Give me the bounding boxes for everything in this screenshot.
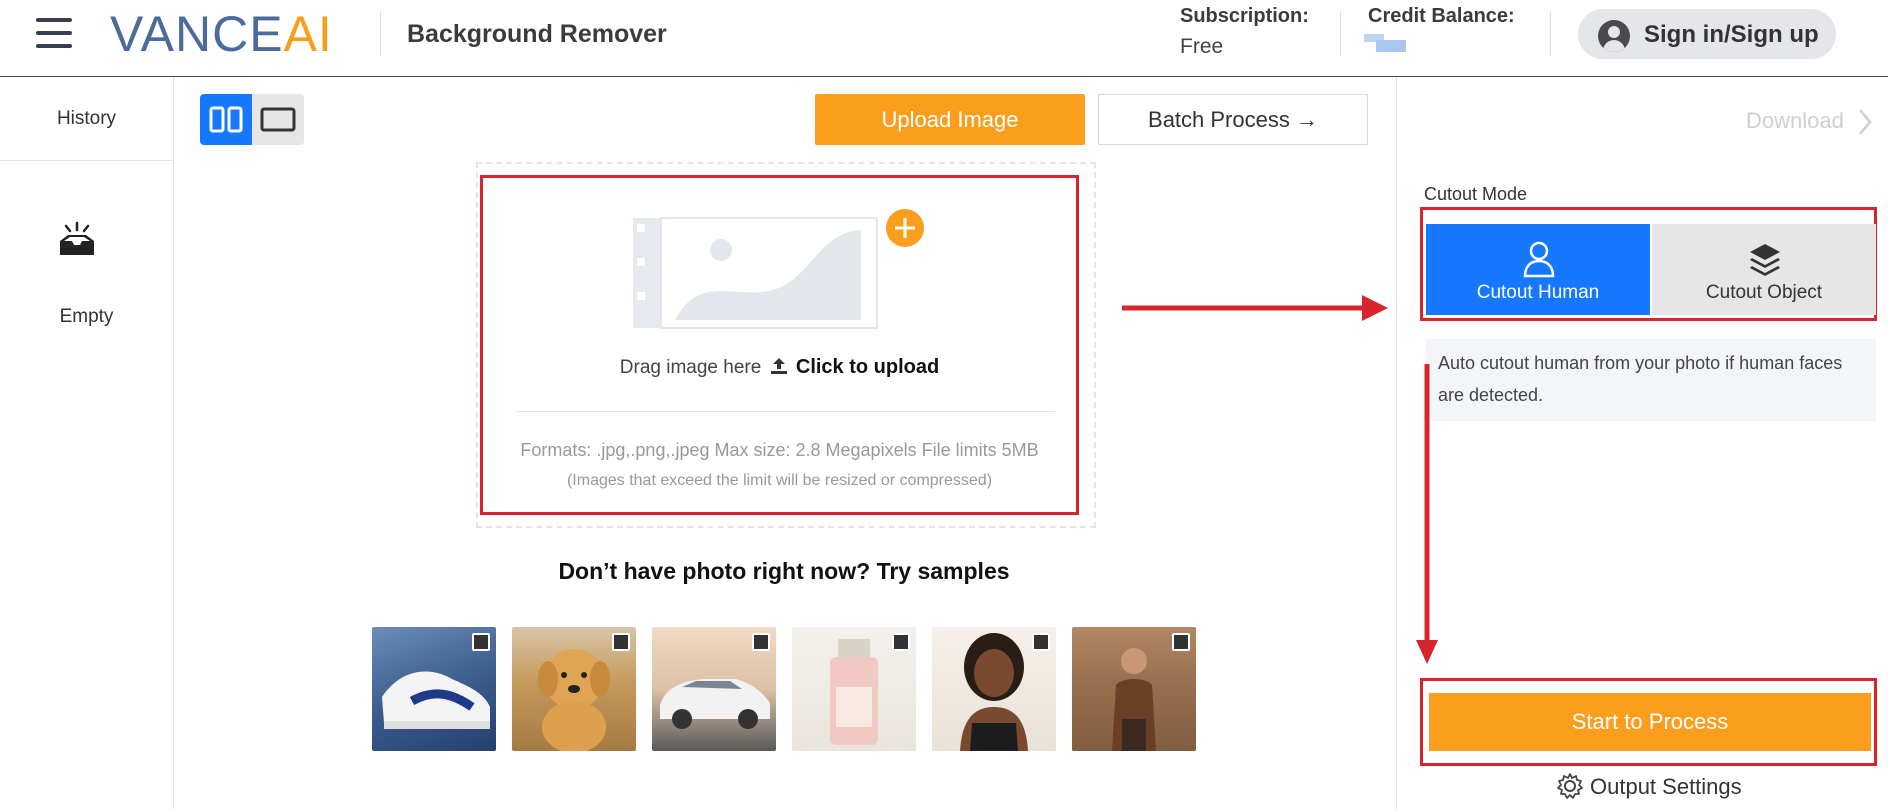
user-avatar-icon	[1598, 20, 1630, 52]
single-view-icon	[260, 107, 296, 132]
chevron-right-icon[interactable]	[1858, 108, 1872, 136]
sample-checkbox[interactable]	[472, 633, 490, 651]
subscription-value: Free	[1180, 35, 1224, 58]
upload-icon[interactable]	[769, 356, 789, 376]
image-placeholder-icon	[633, 209, 924, 329]
history-tab[interactable]: History	[0, 77, 173, 161]
divider	[380, 12, 381, 56]
credit-balance-label: Credit Balance:	[1368, 5, 1515, 27]
single-view-button[interactable]	[252, 94, 304, 145]
sample-image-sneakers[interactable]	[372, 627, 496, 751]
view-mode-toggle	[200, 94, 304, 145]
sample-checkbox[interactable]	[1172, 633, 1190, 651]
layers-icon	[1750, 244, 1780, 276]
divider	[1550, 12, 1551, 56]
samples-title: Don’t have photo right now? Try samples	[558, 558, 1010, 584]
sample-image-dog[interactable]	[512, 627, 636, 751]
person-icon	[1523, 241, 1555, 278]
output-settings-label: Output Settings	[1590, 774, 1742, 799]
vanceai-logo[interactable]: VANCEAI	[110, 8, 333, 60]
download-button[interactable]: Download	[1746, 108, 1844, 134]
process-highlight: Start to Process	[1420, 678, 1877, 766]
format-requirements: Formats: .jpg,.png,.jpeg Max size: 2.8 M…	[520, 440, 1039, 460]
top-bar: VANCEAI Background Remover Subscription:…	[0, 0, 1888, 77]
sign-in-label: Sign in/Sign up	[1644, 21, 1819, 48]
divider	[517, 411, 1055, 412]
cutout-human-option[interactable]: Cutout Human	[1426, 224, 1650, 315]
batch-process-button[interactable]: Batch Process →	[1098, 94, 1368, 145]
gear-icon	[1557, 773, 1583, 799]
cutout-mode-description: Auto cutout human from your photo if hum…	[1426, 339, 1876, 421]
cutout-mode-label: Cutout Mode	[1424, 184, 1528, 204]
output-settings-button[interactable]: Output Settings	[1556, 772, 1742, 800]
split-view-icon	[209, 106, 243, 133]
empty-history-label: Empty	[59, 306, 114, 327]
credit-balance-loading-indicator	[1364, 34, 1412, 54]
menu-icon[interactable]	[36, 18, 72, 48]
page-title: Background Remover	[407, 20, 667, 48]
sign-in-button[interactable]: Sign in/Sign up	[1578, 9, 1836, 59]
cutout-object-option[interactable]: Cutout Object	[1652, 224, 1876, 315]
sample-checkbox[interactable]	[1032, 633, 1050, 651]
sample-checkbox[interactable]	[752, 633, 770, 651]
sample-checkbox[interactable]	[892, 633, 910, 651]
start-process-button[interactable]: Start to Process	[1429, 693, 1871, 751]
click-to-upload-link[interactable]: Click to upload	[796, 356, 939, 378]
subscription-label: Subscription:	[1180, 5, 1309, 27]
drag-and-upload-text: Drag image here Click to upload	[619, 356, 940, 378]
cutout-mode-selector: Cutout Human Cutout Object	[1420, 207, 1877, 321]
split-view-button[interactable]	[200, 94, 252, 145]
annotation-arrowhead-right	[1362, 295, 1388, 321]
sample-image-woman[interactable]	[932, 627, 1056, 751]
sample-image-man[interactable]	[1072, 627, 1196, 751]
format-requirements-note: (Images that exceed the limit will be re…	[566, 472, 993, 489]
upload-image-button[interactable]: Upload Image	[815, 94, 1085, 145]
upload-drop-area[interactable]: Drag image here Click to upload Formats:…	[480, 175, 1079, 515]
empty-inbox-icon	[60, 221, 94, 255]
sample-image-car[interactable]	[652, 627, 776, 751]
cutout-object-label: Cutout Object	[1705, 282, 1823, 303]
divider	[1340, 12, 1341, 56]
sample-image-bottle[interactable]	[792, 627, 916, 751]
cutout-human-label: Cutout Human	[1476, 282, 1600, 303]
history-sidebar: History Empty	[0, 77, 174, 809]
sample-checkbox[interactable]	[612, 633, 630, 651]
